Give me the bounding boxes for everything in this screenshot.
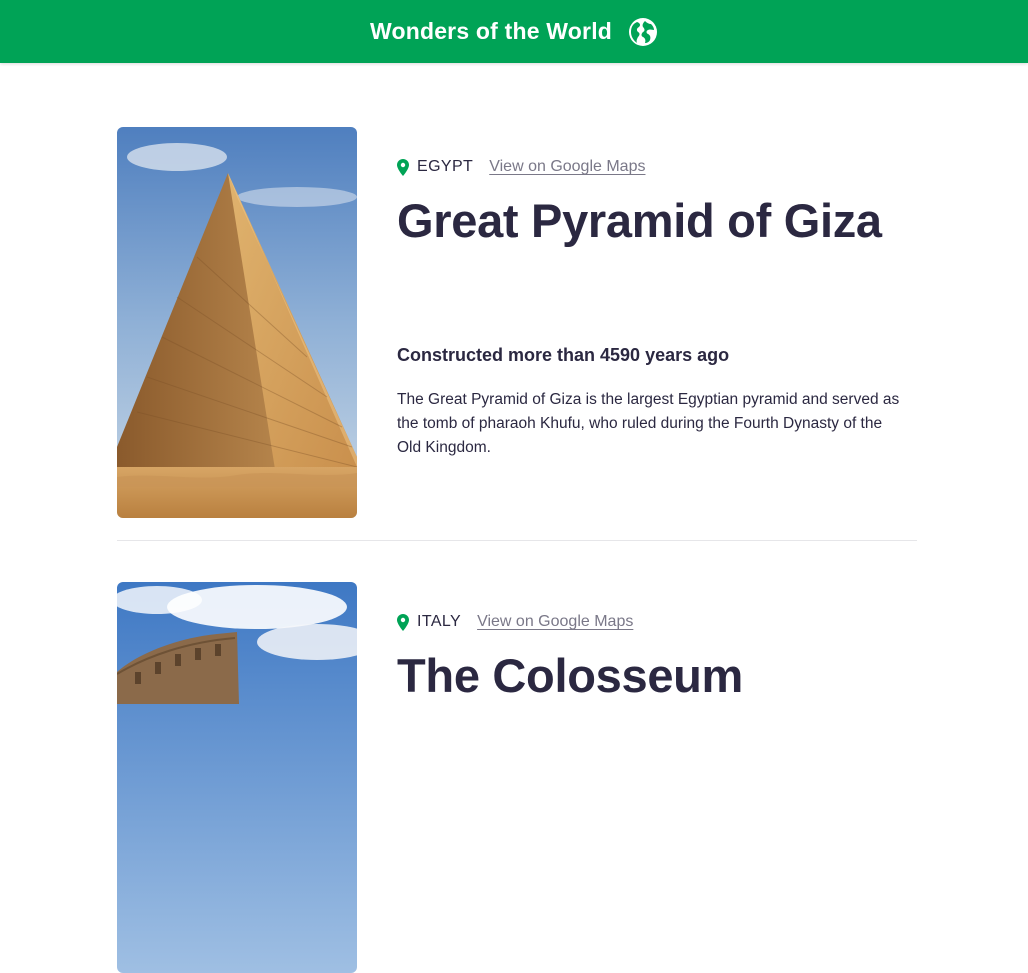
app-header: Wonders of the World [0, 0, 1028, 63]
colosseum-photo [117, 582, 357, 973]
location-row: ITALY View on Google Maps [397, 613, 633, 631]
entry-divider [117, 540, 917, 541]
wonder-age: Constructed more than 4590 years ago [397, 345, 730, 365]
google-maps-link[interactable]: View on Google Maps [477, 613, 633, 631]
country-label: ITALY [417, 613, 462, 630]
wonder-description: The Great Pyramid of Giza is the largest… [397, 391, 900, 456]
google-maps-link[interactable]: View on Google Maps [489, 158, 645, 176]
app-title: Wonders of the World [369, 18, 613, 44]
wonder-title: Great Pyramid of Giza [397, 194, 882, 247]
country-label: EGYPT [417, 158, 474, 175]
location-row: EGYPT View on Google Maps [397, 158, 645, 176]
wonder-title: The Colosseum [397, 649, 744, 702]
globe-icon [629, 17, 658, 46]
map-pin-icon [397, 613, 409, 631]
pyramid-photo [117, 127, 357, 518]
map-pin-icon [397, 158, 409, 176]
